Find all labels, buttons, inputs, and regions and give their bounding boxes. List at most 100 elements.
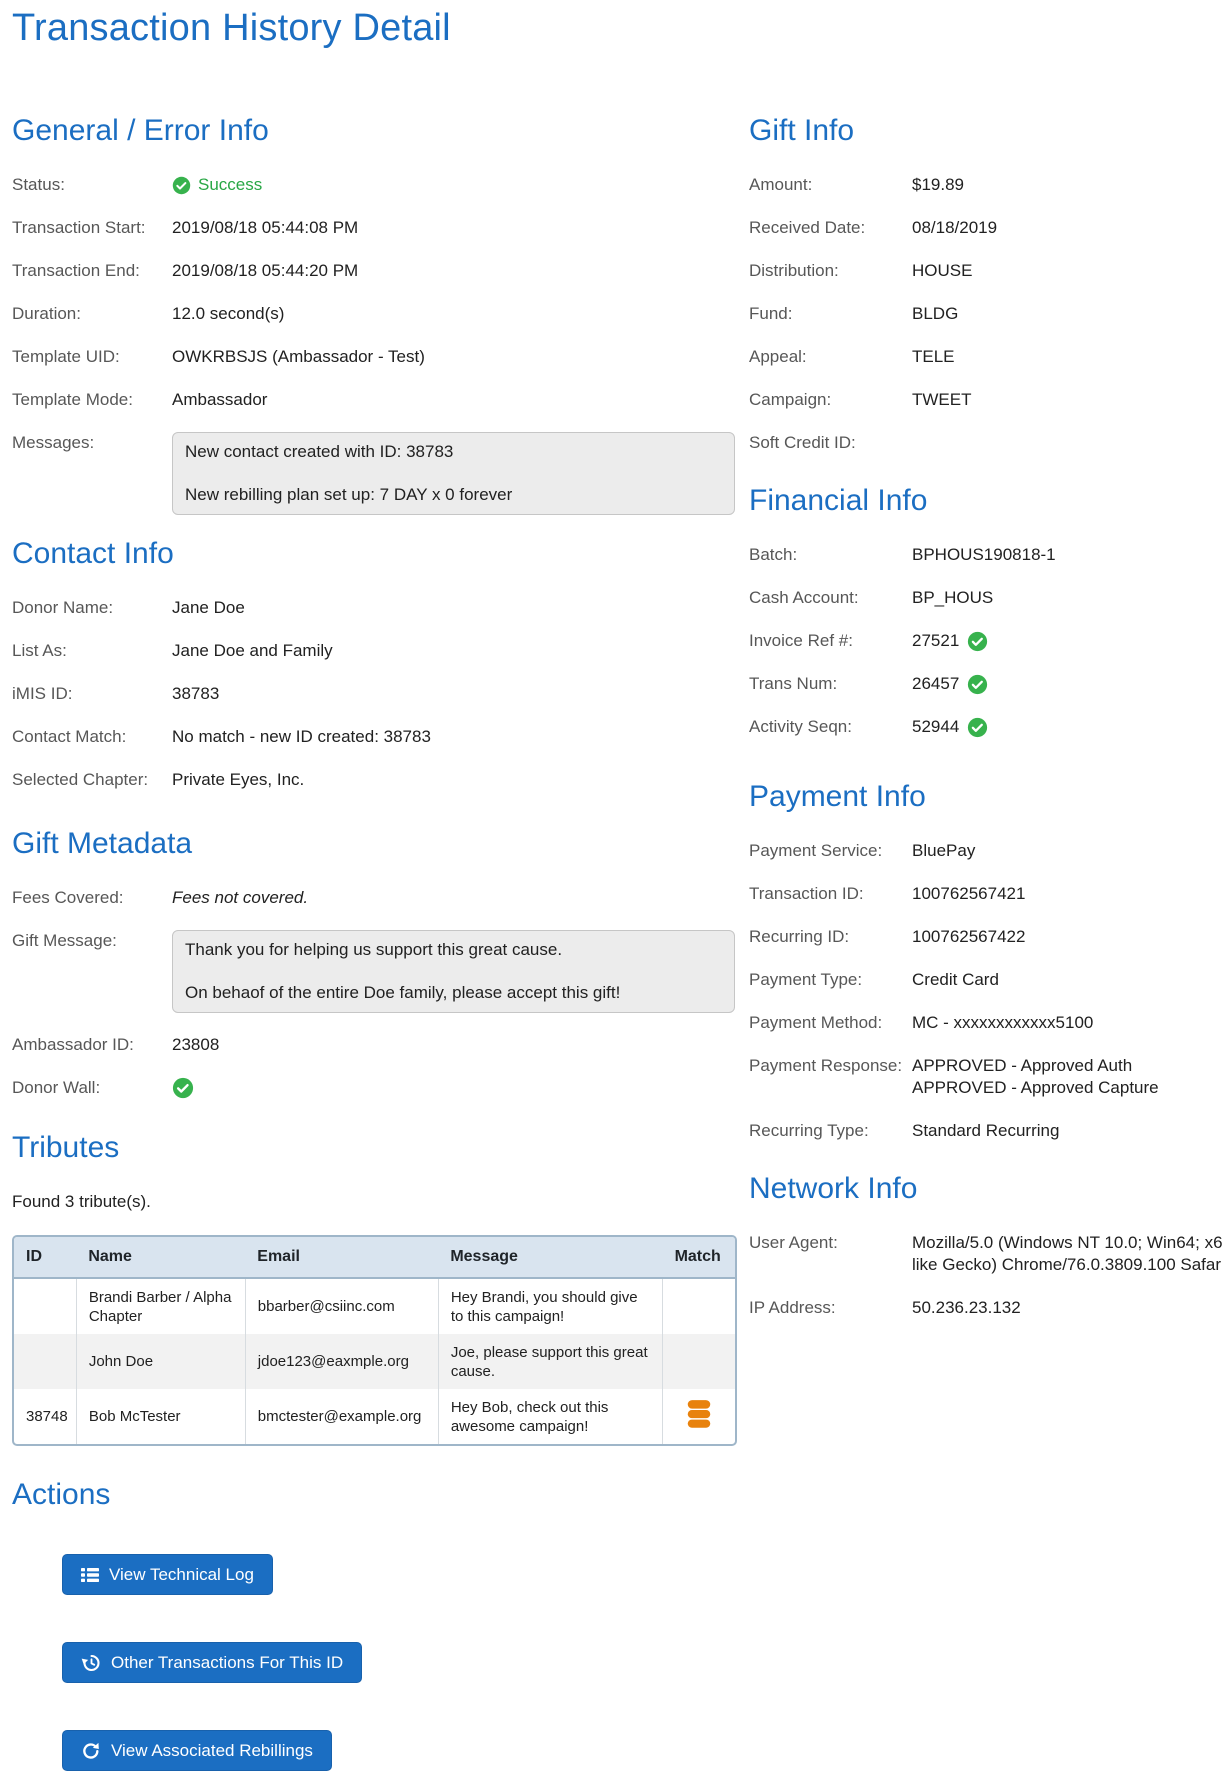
received-date-row: Received Date: 08/18/2019 (749, 217, 1222, 239)
ambassador-id-value: 23808 (172, 1035, 220, 1054)
invoice-ref-row: Invoice Ref #: 27521 (749, 630, 1222, 652)
ambassador-id-row: Ambassador ID: 23808 (12, 1034, 749, 1056)
donor-name-row: Donor Name: Jane Doe (12, 597, 749, 619)
gift-message-row: Gift Message: Thank you for helping us s… (12, 930, 749, 1013)
button-label: Other Transactions For This ID (111, 1652, 344, 1672)
tribute-name-cell: Brandi Barber / Alpha Chapter (75, 1278, 246, 1334)
recurring-type-label: Recurring Type: (749, 1121, 869, 1140)
table-row: 38748 Bob McTester bmctester@example.org… (14, 1389, 735, 1444)
user-agent-line: like Gecko) Chrome/76.0.3809.100 Safari/… (912, 1255, 1222, 1274)
messages-box: New contact created with ID: 38783 New r… (172, 432, 735, 515)
gift-message-line: On behaof of the entire Doe family, plea… (185, 983, 621, 1002)
table-row: Brandi Barber / Alpha Chapter bbarber@cs… (14, 1278, 735, 1334)
template-uid-row: Template UID: OWKRBSJS (Ambassador - Tes… (12, 346, 749, 368)
check-circle-icon (172, 1077, 194, 1099)
redo-icon (81, 1741, 101, 1761)
batch-value: BPHOUS190818-1 (912, 545, 1056, 564)
trans-num-value: 26457 (912, 673, 988, 695)
received-date-label: Received Date: (749, 218, 866, 237)
payment-method-row: Payment Method: MC - xxxxxxxxxxxx5100 (749, 1012, 1222, 1034)
list-as-label: List As: (12, 641, 67, 660)
transaction-end-label: Transaction End: (12, 261, 140, 280)
template-mode-value: Ambassador (172, 390, 268, 409)
list-as-row: List As: Jane Doe and Family (12, 640, 749, 662)
section-heading-payment-info: Payment Info (749, 780, 926, 813)
payment-response-label: Payment Response: (749, 1056, 903, 1075)
contact-match-row: Contact Match: No match - new ID created… (12, 726, 749, 748)
tribute-id-cell (14, 1278, 76, 1334)
soft-credit-id-label: Soft Credit ID: (749, 433, 856, 452)
appeal-label: Appeal: (749, 347, 807, 366)
user-agent-label: User Agent: (749, 1233, 838, 1252)
amount-label: Amount: (749, 175, 813, 194)
transaction-start-label: Transaction Start: (12, 218, 146, 237)
transaction-start-value: 2019/08/18 05:44:08 PM (172, 218, 359, 237)
trans-num-number: 26457 (912, 674, 960, 693)
donor-name-value: Jane Doe (172, 598, 245, 617)
history-icon (81, 1653, 101, 1673)
tribute-message-cell: Joe, please support this great cause. (437, 1334, 663, 1389)
tribute-email-cell: jdoe123@eaxmple.org (244, 1334, 439, 1389)
activity-seqn-number: 52944 (912, 717, 960, 736)
payment-type-value: Credit Card (912, 970, 999, 989)
status-text: Success (198, 175, 263, 194)
page-title: Transaction History Detail (12, 7, 451, 49)
list-as-value: Jane Doe and Family (172, 641, 333, 660)
column-header-email: Email (245, 1237, 439, 1279)
tribute-id-cell (14, 1334, 76, 1389)
payment-type-row: Payment Type: Credit Card (749, 969, 1222, 991)
ip-address-row: IP Address: 50.236.23.132 (749, 1297, 1222, 1319)
recurring-id-value: 100762567422 (912, 927, 1026, 946)
section-heading-gift-info: Gift Info (749, 114, 855, 147)
action-button-row: View Associated Rebillings (12, 1730, 749, 1771)
donor-name-label: Donor Name: (12, 598, 114, 617)
view-technical-log-button[interactable]: View Technical Log (62, 1554, 273, 1595)
fund-label: Fund: (749, 304, 793, 323)
campaign-row: Campaign: TWEET (749, 389, 1222, 411)
transaction-id-row: Transaction ID: 100762567421 (749, 883, 1222, 905)
user-agent-value: Mozilla/5.0 (Windows NT 10.0; Win64; x64… (912, 1232, 1222, 1276)
tributes-header-row: ID Name Email Message Match (14, 1237, 735, 1279)
payment-service-label: Payment Service: (749, 841, 883, 860)
received-date-value: 08/18/2019 (912, 218, 998, 237)
view-associated-rebillings-button[interactable]: View Associated Rebillings (62, 1730, 332, 1771)
tribute-id-cell: 38748 (26, 1408, 68, 1425)
transaction-id-value: 100762567421 (912, 884, 1026, 903)
activity-seqn-label: Activity Seqn: (749, 717, 852, 736)
tributes-found-text: Found 3 tribute(s). (12, 1192, 151, 1211)
button-label: View Associated Rebillings (111, 1740, 313, 1760)
amount-row: Amount: $19.89 (749, 174, 1222, 196)
transaction-end-value: 2019/08/18 05:44:20 PM (172, 261, 359, 280)
template-mode-label: Template Mode: (12, 390, 133, 409)
soft-credit-id-row: Soft Credit ID: (749, 432, 1222, 454)
batch-label: Batch: (749, 545, 798, 564)
invoice-ref-value: 27521 (912, 630, 988, 652)
selected-chapter-label: Selected Chapter: (12, 770, 149, 789)
distribution-label: Distribution: (749, 261, 839, 280)
template-mode-row: Template Mode: Ambassador (12, 389, 749, 411)
campaign-value: TWEET (912, 390, 972, 409)
left-column: General / Error Info Status: Success Tra… (12, 50, 749, 1771)
tribute-message-cell: Hey Brandi, you should give to this camp… (437, 1278, 663, 1334)
ambassador-id-label: Ambassador ID: (12, 1035, 134, 1054)
payment-method-label: Payment Method: (749, 1013, 883, 1032)
recurring-type-row: Recurring Type: Standard Recurring (749, 1120, 1222, 1142)
distribution-value: HOUSE (912, 261, 973, 280)
amount-value: $19.89 (912, 175, 964, 194)
payment-response-row: Payment Response: APPROVED - Approved Au… (749, 1055, 1222, 1099)
tribute-message-cell: Hey Bob, check out this awesome campaign… (437, 1389, 663, 1444)
activity-seqn-row: Activity Seqn: 52944 (749, 716, 1222, 738)
user-agent-line: Mozilla/5.0 (Windows NT 10.0; Win64; x64… (912, 1233, 1222, 1252)
status-value: Success (172, 174, 262, 196)
other-transactions-button[interactable]: Other Transactions For This ID (62, 1642, 363, 1683)
contact-match-value: No match - new ID created: 38783 (172, 727, 431, 746)
recurring-id-label: Recurring ID: (749, 927, 850, 946)
template-uid-label: Template UID: (12, 347, 120, 366)
transaction-end-row: Transaction End: 2019/08/18 05:44:20 PM (12, 260, 749, 282)
section-heading-network-info: Network Info (749, 1172, 918, 1205)
transaction-start-row: Transaction Start: 2019/08/18 05:44:08 P… (12, 217, 749, 239)
transaction-history-detail-page: Transaction History Detail General / Err… (0, 0, 1222, 1771)
trans-num-row: Trans Num: 26457 (749, 673, 1222, 695)
gift-message-box: Thank you for helping us support this gr… (172, 930, 735, 1013)
duration-row: Duration: 12.0 second(s) (12, 303, 749, 325)
